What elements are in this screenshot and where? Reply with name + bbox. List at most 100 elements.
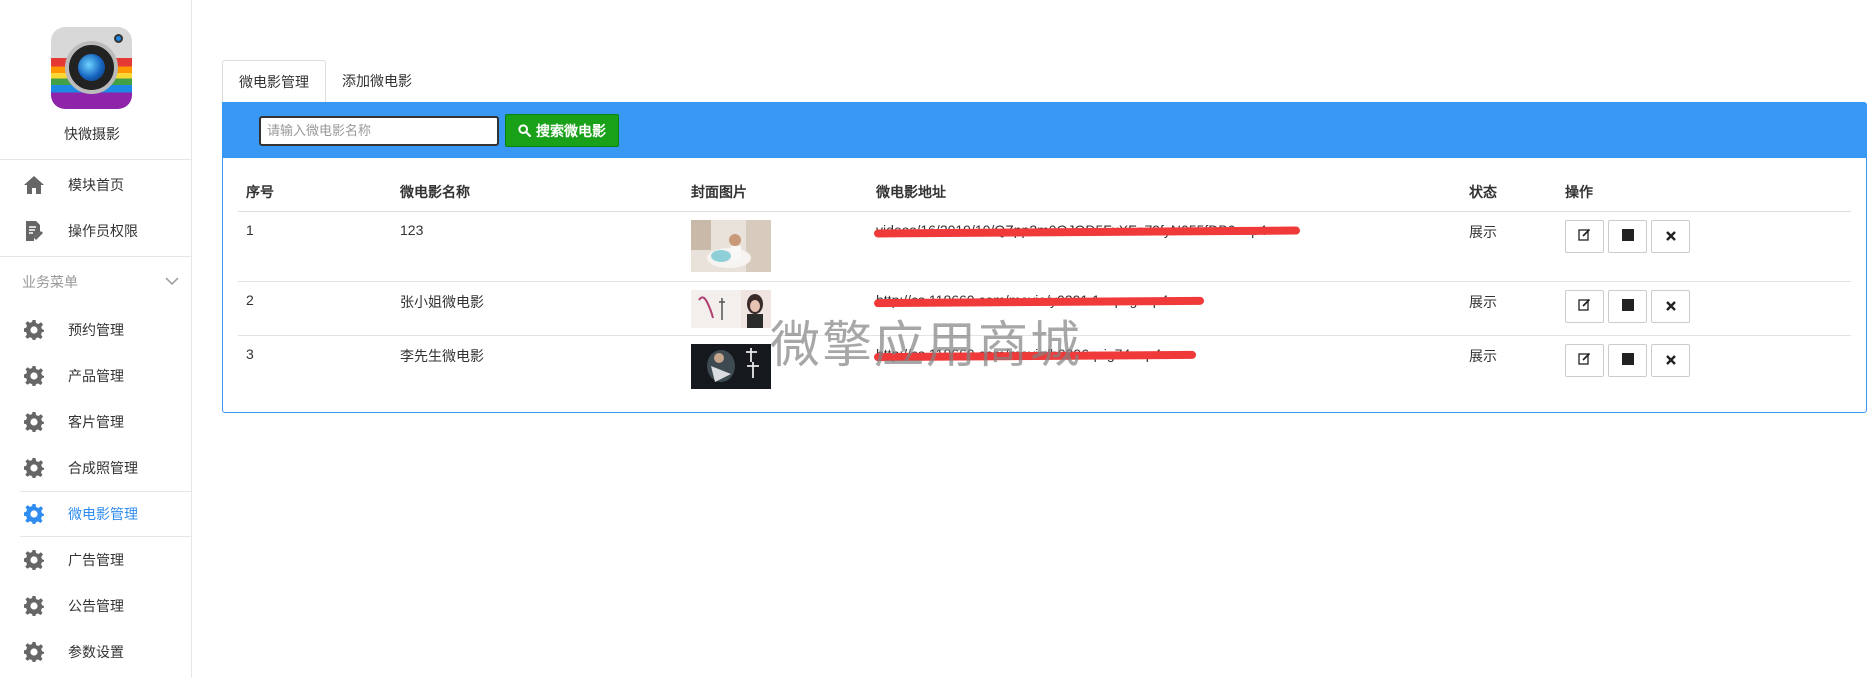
column-header-status: 状态 (1461, 173, 1557, 212)
close-icon (1665, 228, 1676, 244)
tab-micro-film-management[interactable]: 微电影管理 (222, 60, 326, 102)
column-header-index: 序号 (238, 173, 392, 212)
close-icon (1665, 298, 1676, 314)
sidebar-item-label: 预约管理 (68, 322, 124, 338)
row-name: 123 (392, 211, 683, 282)
search-icon (518, 124, 531, 137)
row-actions (1557, 335, 1851, 391)
column-header-name: 微电影名称 (392, 173, 683, 212)
sidebar-item-operator-permissions[interactable]: 操作员权限 (0, 208, 191, 254)
row-cover (683, 335, 868, 391)
sidebar-group-label: 业务菜单 (22, 274, 78, 290)
stop-button[interactable] (1608, 343, 1647, 377)
sidebar: 快微摄影 模块首页 操作员权限 业务菜单 预约管理 产品管理 客片管理 合成照管… (0, 0, 192, 678)
row-cover (683, 211, 868, 282)
app-name: 快微摄影 (64, 126, 120, 142)
stop-icon (1621, 228, 1634, 244)
gear-icon (22, 410, 46, 434)
stop-button[interactable] (1608, 219, 1647, 253)
row-index: 3 (246, 345, 254, 362)
table-header-row: 序号 微电影名称 封面图片 微电影地址 状态 操作 (238, 173, 1851, 212)
sidebar-item-products[interactable]: 产品管理 (0, 353, 191, 399)
edit-icon (1578, 298, 1591, 314)
search-input[interactable] (259, 115, 499, 146)
chevron-down-icon (165, 273, 179, 289)
row-cover (683, 281, 868, 336)
delete-button[interactable] (1651, 219, 1690, 253)
gear-icon (22, 548, 46, 572)
sidebar-item-micro-films[interactable]: 微电影管理 (20, 491, 191, 537)
home-icon (22, 173, 46, 197)
sidebar-item-label: 参数设置 (68, 644, 124, 660)
delete-button[interactable] (1651, 343, 1690, 377)
sidebar-group-items: 预约管理 产品管理 客片管理 合成照管理 微电影管理 广告管理 公告管理 参数设… (0, 307, 191, 675)
row-actions (1557, 281, 1851, 336)
cover-thumbnail (691, 343, 771, 389)
table-row: 2 张小姐微电影 http: (238, 281, 1851, 336)
delete-button[interactable] (1651, 289, 1690, 323)
gear-icon (22, 594, 46, 618)
close-icon (1665, 352, 1676, 368)
micro-film-table: 序号 微电影名称 封面图片 微电影地址 状态 操作 1 123 展示 2 张小姐… (238, 173, 1851, 391)
cover-thumbnail (691, 289, 771, 328)
row-index: 1 (238, 211, 392, 282)
sidebar-item-label: 操作员权限 (68, 223, 138, 239)
search-bar: 搜索微电影 (223, 103, 1866, 158)
app-logo (51, 27, 132, 109)
main-content: 微电影管理 添加微电影 搜索微电影 序号 微电影名称 封面图片 (222, 60, 1867, 413)
row-index: 2 (238, 281, 392, 336)
table-row: 3 李先生微电影 http://cs.118660.com/movie/b039… (238, 335, 1851, 391)
row-url: videos/16/2019/10/QZpp2m0OJOD5FxXFo79fyN… (868, 211, 1461, 282)
sidebar-item-home[interactable]: 模块首页 (0, 162, 191, 208)
row-actions (1557, 211, 1851, 282)
gear-icon (22, 502, 46, 526)
tab-bar: 微电影管理 添加微电影 (222, 60, 1867, 102)
sidebar-item-reservations[interactable]: 预约管理 (0, 307, 191, 353)
search-button[interactable]: 搜索微电影 (505, 114, 619, 147)
edit-button[interactable] (1565, 343, 1604, 377)
sidebar-item-settings[interactable]: 参数设置 (0, 629, 191, 675)
micro-film-panel: 搜索微电影 序号 微电影名称 封面图片 微电影地址 状态 操作 (222, 102, 1867, 413)
row-status: 展示 (1461, 281, 1557, 336)
sidebar-item-label: 模块首页 (68, 177, 124, 193)
edit-button[interactable] (1565, 219, 1604, 253)
stop-icon (1621, 352, 1634, 368)
row-url: http://cs.118660.com/movie/b0396qcig74.m… (868, 335, 1461, 391)
sidebar-item-composite-photos[interactable]: 合成照管理 (0, 445, 191, 491)
sidebar-item-label: 公告管理 (68, 598, 124, 614)
sidebar-item-client-photos[interactable]: 客片管理 (0, 399, 191, 445)
sidebar-item-label: 产品管理 (68, 368, 124, 384)
search-button-label: 搜索微电影 (536, 122, 606, 139)
row-name: 李先生微电影 (400, 347, 484, 364)
gear-icon (22, 456, 46, 480)
sidebar-item-label: 微电影管理 (68, 506, 138, 522)
redaction-mark (873, 350, 1197, 361)
column-header-cover: 封面图片 (683, 173, 868, 212)
sidebar-group-header[interactable]: 业务菜单 (0, 257, 191, 307)
edit-icon (1578, 228, 1591, 244)
table-row: 1 123 videos/1 (238, 211, 1851, 282)
row-name: 张小姐微电影 (392, 281, 683, 336)
cover-thumbnail (691, 219, 771, 272)
column-header-actions: 操作 (1557, 173, 1851, 212)
sidebar-item-ads[interactable]: 广告管理 (0, 537, 191, 583)
sidebar-item-label: 合成照管理 (68, 460, 138, 476)
brand-block: 快微摄影 (0, 0, 191, 160)
gear-icon (22, 318, 46, 342)
sidebar-top-items: 模块首页 操作员权限 (0, 160, 191, 257)
redaction-mark (873, 296, 1205, 307)
sidebar-item-label: 客片管理 (68, 414, 124, 430)
sidebar-item-label: 广告管理 (68, 552, 124, 568)
gear-icon (22, 364, 46, 388)
gear-icon (22, 640, 46, 664)
edit-button[interactable] (1565, 289, 1604, 323)
edit-icon (1578, 352, 1591, 368)
document-edit-icon (22, 219, 46, 243)
row-status: 展示 (1469, 347, 1497, 364)
row-status: 展示 (1461, 211, 1557, 282)
stop-button[interactable] (1608, 289, 1647, 323)
column-header-url: 微电影地址 (868, 173, 1461, 212)
tab-add-micro-film[interactable]: 添加微电影 (326, 60, 428, 102)
stop-icon (1621, 298, 1634, 314)
sidebar-item-announcements[interactable]: 公告管理 (0, 583, 191, 629)
